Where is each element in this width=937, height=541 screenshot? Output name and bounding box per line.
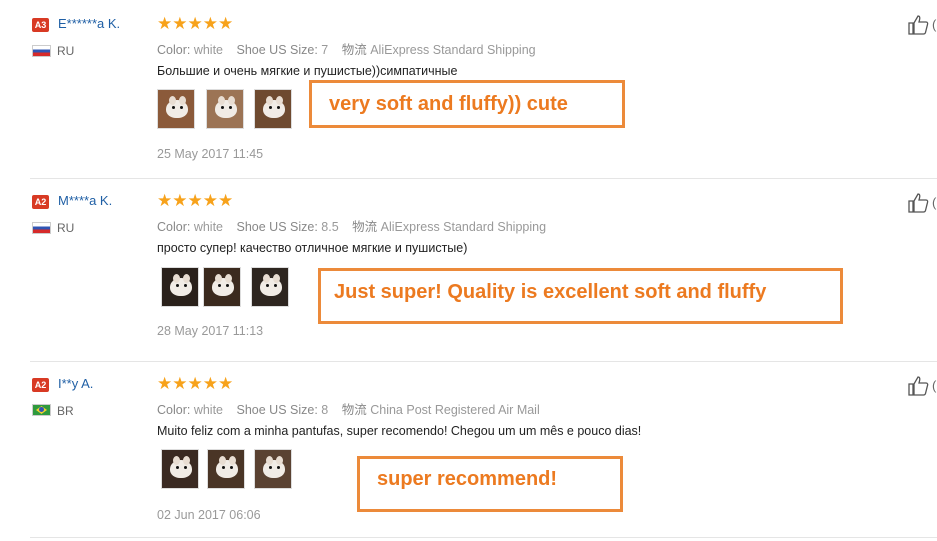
- reviewer-name-link[interactable]: E******a K.: [58, 16, 120, 31]
- order-info: Color: white Shoe US Size: 7 物流 AliExpre…: [157, 39, 546, 58]
- annotation-callout: super recommend!: [357, 456, 623, 512]
- review-item: A2 M****a K. RU ★★★★★ Color: white Shoe …: [0, 178, 937, 361]
- shipping-value: AliExpress Standard Shipping: [380, 220, 547, 234]
- reviewer-name-link[interactable]: I**y A.: [58, 376, 93, 391]
- review-text: Muito feliz com a minha pantufas, super …: [157, 424, 642, 438]
- review-divider: [30, 537, 937, 538]
- review-item: A2 I**y A. BR ★★★★★ Color: white Shoe US…: [0, 361, 937, 541]
- color-value: white: [193, 220, 224, 234]
- star-rating: ★★★★★: [157, 374, 234, 393]
- color-value: white: [193, 403, 224, 417]
- review-date: 02 Jun 2017 06:06: [157, 508, 261, 522]
- color-label: Color:: [157, 220, 191, 234]
- helpful-count: (: [932, 17, 937, 32]
- size-value: 7: [321, 43, 329, 57]
- size-label: Shoe US Size:: [236, 220, 318, 234]
- size-value: 8.5: [321, 220, 339, 234]
- order-info: Color: white Shoe US Size: 8.5 物流 AliExp…: [157, 216, 556, 235]
- review-photo[interactable]: [161, 267, 199, 307]
- level-badge: A3: [32, 18, 49, 32]
- size-label: Shoe US Size:: [236, 43, 318, 57]
- review-photo[interactable]: [254, 449, 292, 489]
- level-badge: A2: [32, 195, 49, 209]
- review-date: 28 May 2017 11:13: [157, 324, 264, 338]
- shipping-label: 物流: [341, 403, 367, 417]
- shipping-value: China Post Registered Air Mail: [370, 403, 540, 417]
- helpful-button[interactable]: (: [908, 15, 936, 35]
- shipping-label: 物流: [352, 220, 378, 234]
- color-value: white: [193, 43, 224, 57]
- review-photo[interactable]: [157, 89, 195, 129]
- review-photo[interactable]: [206, 89, 244, 129]
- review-photo[interactable]: [161, 449, 199, 489]
- size-label: Shoe US Size:: [236, 403, 318, 417]
- review-photo[interactable]: [251, 267, 289, 307]
- helpful-count: (: [932, 378, 937, 393]
- annotation-callout: very soft and fluffy)) cute: [309, 80, 625, 128]
- country-code: BR: [57, 404, 74, 418]
- level-badge: A2: [32, 378, 49, 392]
- country-code: RU: [57, 44, 75, 58]
- review-photo[interactable]: [203, 267, 241, 307]
- review-text: Большие и очень мягкие и пушистые))симпа…: [157, 64, 458, 78]
- flag-ru-icon: [32, 222, 51, 234]
- review-photo[interactable]: [254, 89, 292, 129]
- color-label: Color:: [157, 403, 191, 417]
- helpful-count: (: [932, 195, 937, 210]
- flag-br-icon: [32, 404, 51, 416]
- flag-ru-icon: [32, 45, 51, 57]
- thumbs-up-icon: [908, 376, 929, 396]
- order-info: Color: white Shoe US Size: 8 物流 China Po…: [157, 399, 550, 418]
- review-photo[interactable]: [207, 449, 245, 489]
- shipping-label: 物流: [341, 43, 367, 57]
- color-label: Color:: [157, 43, 191, 57]
- review-date: 25 May 2017 11:45: [157, 147, 264, 161]
- country-code: RU: [57, 221, 75, 235]
- reviewer-name-link[interactable]: M****a K.: [58, 193, 112, 208]
- size-value: 8: [321, 403, 329, 417]
- star-rating: ★★★★★: [157, 14, 234, 33]
- annotation-callout: Just super! Quality is excellent soft an…: [318, 268, 843, 324]
- thumbs-up-icon: [908, 193, 929, 213]
- helpful-button[interactable]: (: [908, 376, 936, 396]
- shipping-value: AliExpress Standard Shipping: [370, 43, 536, 57]
- thumbs-up-icon: [908, 15, 929, 35]
- review-item: A3 E******a K. RU ★★★★★ Color: white Sho…: [0, 0, 937, 178]
- helpful-button[interactable]: (: [908, 193, 936, 213]
- review-text: просто супер! качество отличное мягкие и…: [157, 241, 468, 255]
- star-rating: ★★★★★: [157, 191, 234, 210]
